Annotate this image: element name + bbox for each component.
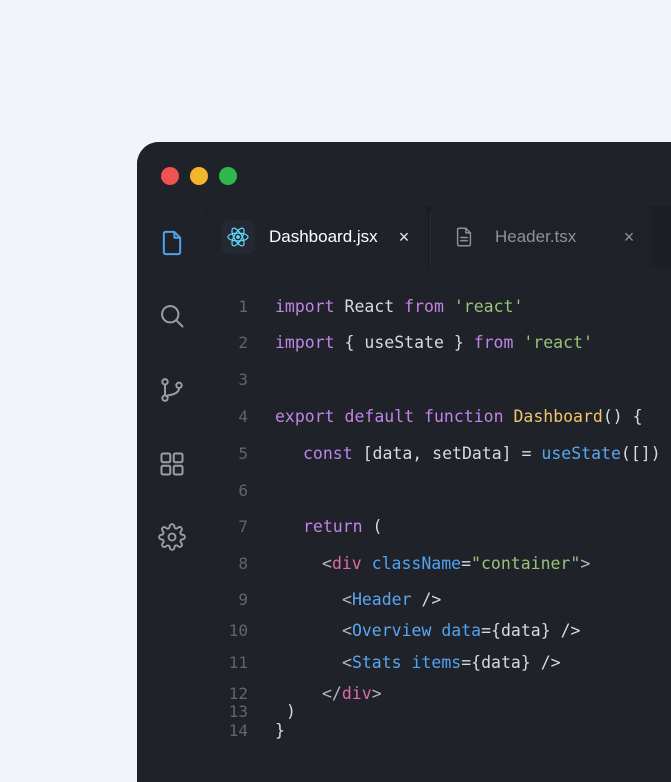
line-number: 2 [238,332,248,352]
close-tab-button[interactable]: × [394,228,414,246]
react-icon [221,219,255,254]
code-text: </div> [322,683,382,703]
document-icon [447,220,481,254]
search-button[interactable] [157,301,187,331]
line-number: 6 [238,480,248,500]
code-editor[interactable]: 1 import React from 'react' 2 import { u… [205,267,671,782]
tab-dashboard[interactable]: Dashboard.jsx × [205,206,428,267]
source-control-icon [161,378,183,402]
extensions-button[interactable] [157,449,187,479]
close-window-button[interactable] [161,167,179,185]
tab-label: Dashboard.jsx [269,226,378,246]
line-number: 13 [228,701,248,721]
code-text: } [275,720,285,740]
settings-button[interactable] [157,522,187,552]
line-number: 14 [228,720,248,740]
line-number: 3 [238,369,248,389]
explorer-button[interactable] [157,228,187,258]
code-text: import { useState } from 'react' [275,332,593,352]
line-number: 1 [238,296,248,316]
source-control-button[interactable] [157,375,187,405]
code-text: <Overview data={data} /> [342,621,581,640]
code-text: return ( [303,516,383,536]
activity-bar [137,206,205,782]
line-number: 4 [238,406,248,426]
extensions-icon [160,452,184,476]
tab-bar: Dashboard.jsx × Header.tsx × [205,206,671,267]
editor-window: Dashboard.jsx × Header.tsx × 1 import Re… [137,142,671,782]
tab-header[interactable]: Header.tsx × [430,206,653,267]
tab-label: Header.tsx [495,226,577,246]
code-text: <Header /> [342,589,442,609]
maximize-window-button[interactable] [219,167,237,185]
code-text: const [data, setData] = useState([]) [303,443,661,463]
code-text: ) [286,701,296,721]
line-number: 8 [238,553,248,573]
code-text: <div className="container"> [322,553,591,573]
line-number: 9 [238,589,248,609]
gear-icon [158,523,186,551]
search-icon [161,305,184,328]
minimize-window-button[interactable] [190,167,208,185]
code-text: <Stats items={data} /> [342,653,561,672]
line-number: 5 [238,443,248,463]
line-number: 7 [238,516,248,536]
code-text: import React from 'react' [275,296,524,316]
file-icon [162,230,182,256]
line-number: 12 [228,683,248,703]
line-number: 10 [228,620,248,640]
title-bar [137,142,671,206]
close-tab-button[interactable]: × [619,228,639,246]
line-number: 11 [228,652,248,672]
code-text: export default function Dashboard() { [275,406,643,426]
